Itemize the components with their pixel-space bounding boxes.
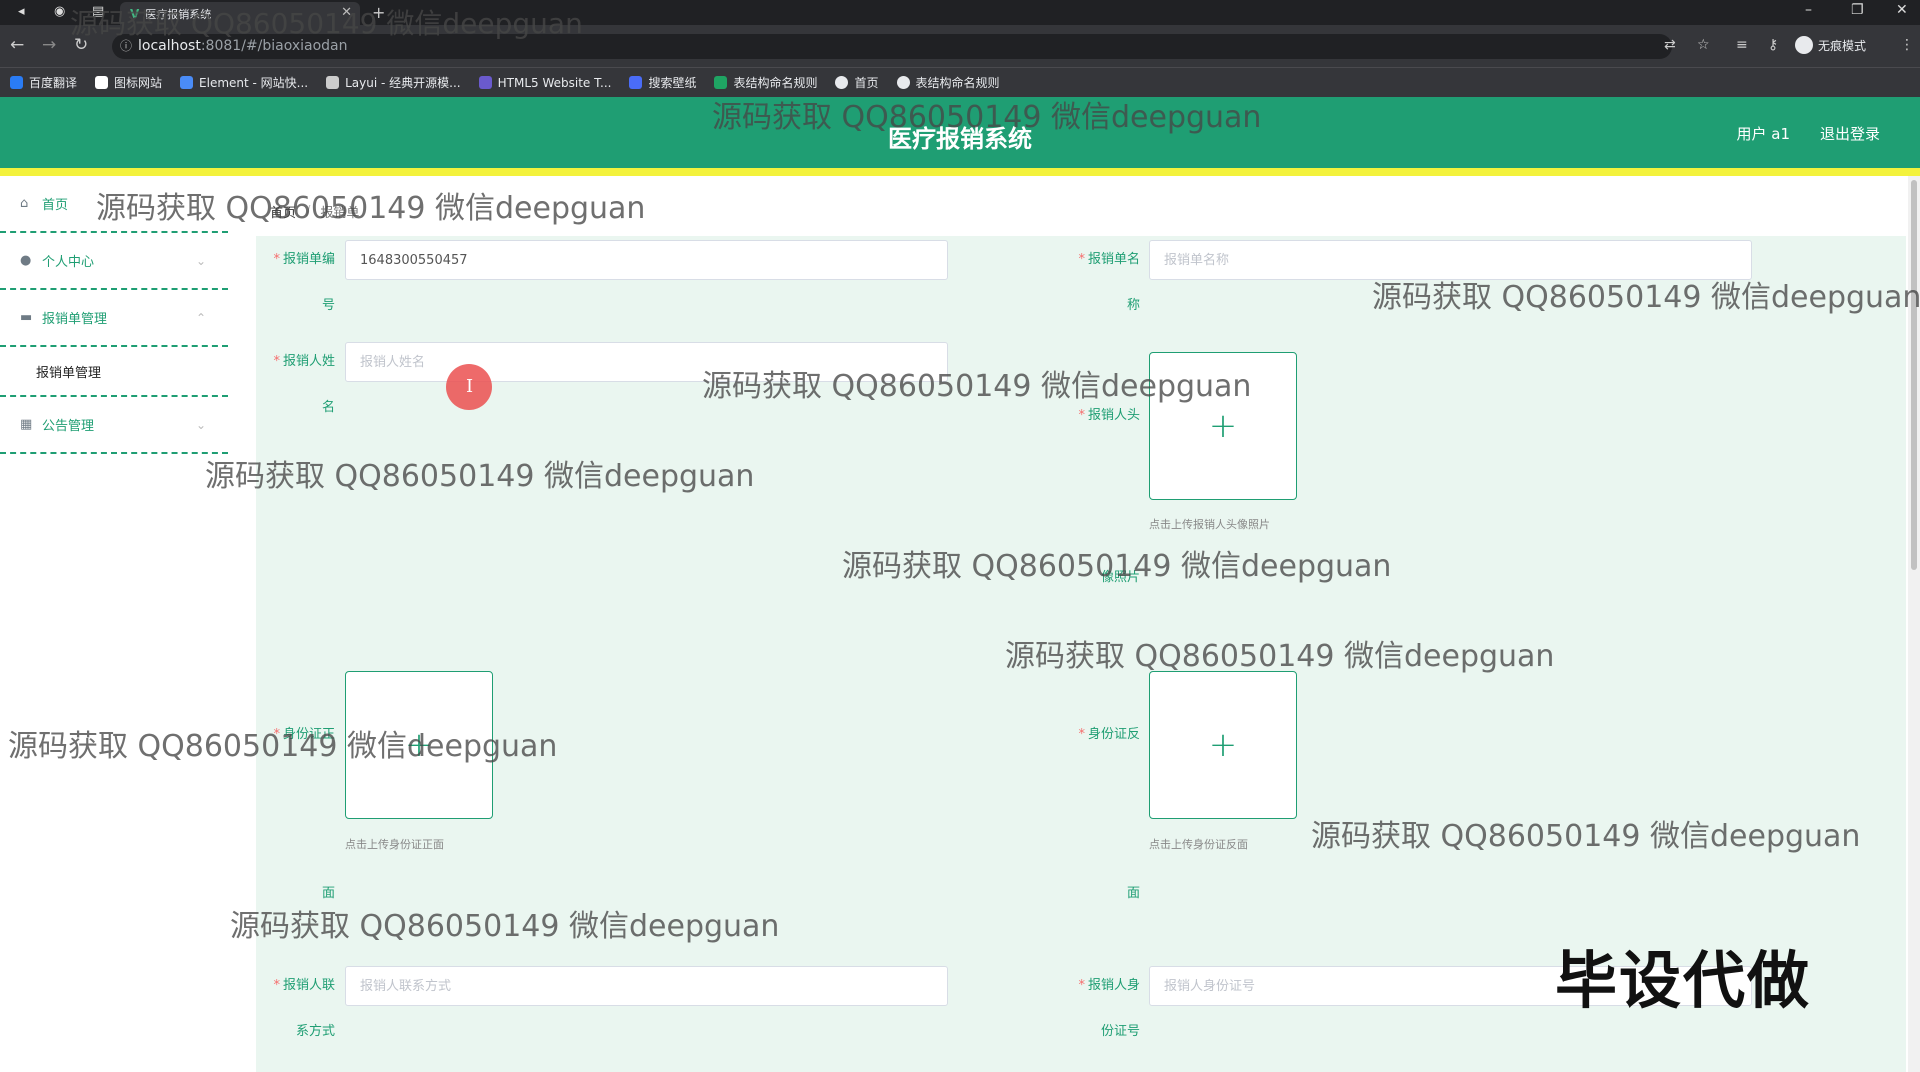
bill-no-label-2: 号 <box>321 298 335 313</box>
contact-label: * 报销人联 <box>273 978 335 993</box>
sidebar-item-label: 首页 <box>42 198 69 213</box>
globe-icon[interactable]: ◉ <box>54 4 65 19</box>
incognito-indicator[interactable]: 无痕模式 <box>1795 36 1866 54</box>
bookmark-item[interactable]: 搜索壁纸 <box>629 74 696 91</box>
header-accent-bar <box>0 168 1920 176</box>
bookmark-label: 首页 <box>854 76 879 90</box>
menu-dots-icon[interactable]: ⋮ <box>1900 37 1914 53</box>
scrollbar-thumb[interactable] <box>1911 180 1917 570</box>
watermark: 源码获取 QQ86050149 微信deepguan <box>1311 819 1861 854</box>
bookmark-icon <box>95 76 109 89</box>
bookmark-icon <box>478 76 492 89</box>
plus-icon: + <box>1208 406 1238 446</box>
id-back-upload[interactable]: + <box>1149 671 1297 819</box>
sidebar-item-profile[interactable]: ● 个人中心 ⌄ <box>0 233 228 290</box>
chevron-up-icon: ⌃ <box>195 310 206 325</box>
sidebar-item-label: 公告管理 <box>42 419 95 434</box>
contact-label-2: 系方式 <box>295 1024 335 1039</box>
sidebar-item-bill-management[interactable]: ▬ 报销单管理 ⌃ <box>0 290 228 347</box>
plus-icon: + <box>1208 725 1238 765</box>
home-icon: ⌂ <box>20 196 29 211</box>
bookmark-label: 图标网站 <box>114 76 163 90</box>
id-no-label: * 报销人身 <box>1078 978 1140 993</box>
id-back-label-2: 面 <box>1126 886 1140 901</box>
watermark: 源码获取 QQ86050149 微信deepguan <box>8 729 558 764</box>
person-name-label: * 报销人姓 <box>273 354 335 369</box>
id-front-upload-tip: 点击上传身份证正面 <box>345 838 444 851</box>
close-window-icon[interactable]: ✕ <box>1896 2 1908 18</box>
watermark: 源码获取 QQ86050149 微信deepguan <box>842 549 1392 584</box>
bookmark-icon <box>326 76 340 89</box>
bookmark-icon <box>714 76 728 89</box>
bookmark-label: 搜索壁纸 <box>648 76 697 90</box>
bookmark-icon <box>835 76 849 89</box>
current-user: 用户 a1 <box>1736 125 1790 143</box>
grid-icon: ▦ <box>20 417 33 432</box>
sidebar-item-notice-management[interactable]: ▦ 公告管理 ⌄ <box>0 397 228 454</box>
minimize-icon[interactable]: – <box>1805 2 1812 18</box>
bookmark-label: Layui - 经典开源模... <box>345 76 461 90</box>
id-no-label-2: 份证号 <box>1100 1024 1140 1039</box>
watermark: 源码获取 QQ86050149 微信deepguan <box>205 459 755 494</box>
bookmark-item[interactable]: 表结构命名规则 <box>896 74 1000 91</box>
avatar-upload-tip: 点击上传报销人头像照片 <box>1149 518 1270 531</box>
promo-stamp: 毕设代做 <box>1555 944 1812 1017</box>
sidebar-subitem-bill-management[interactable]: 报销单管理 <box>0 347 228 397</box>
bookmark-item[interactable]: 百度翻译 <box>10 74 77 91</box>
bookmark-item[interactable]: Layui - 经典开源模... <box>326 74 461 91</box>
back-icon[interactable]: ← <box>10 35 24 55</box>
id-front-label-2: 面 <box>321 886 335 901</box>
user-icon: ● <box>20 253 32 268</box>
bill-no-label: * 报销单编 <box>273 252 335 267</box>
bookmark-item[interactable]: 图标网站 <box>95 74 162 91</box>
key-icon[interactable]: ⚷ <box>1768 37 1778 53</box>
sidebar-subitem-label: 报销单管理 <box>36 365 102 381</box>
watermark: 源码获取 QQ86050149 微信deepguan <box>702 369 1252 404</box>
watermark: 源码获取 QQ86050149 微信deepguan <box>1372 280 1920 315</box>
watermark: 源码获取 QQ86050149 微信deepguan <box>70 7 583 40</box>
bookmark-star-icon[interactable]: ☆ <box>1697 37 1710 53</box>
watermark: 源码获取 QQ86050149 微信deepguan <box>230 909 780 944</box>
id-back-label: * 身份证反 <box>1078 727 1140 742</box>
bill-name-label-2: 称 <box>1126 298 1140 313</box>
chevron-down-icon: ⌄ <box>195 417 206 432</box>
chevron-down-icon: ⌄ <box>195 253 206 268</box>
bookmark-label: HTML5 Website T... <box>497 75 612 90</box>
bookmark-item[interactable]: 表结构命名规则 <box>714 74 817 91</box>
bookmark-label: 表结构命名规则 <box>733 76 818 90</box>
text-cursor-icon: I <box>466 376 474 397</box>
bookmark-icon <box>180 76 194 89</box>
bookmark-icon <box>629 76 643 89</box>
bookmark-item[interactable]: HTML5 Website T... <box>478 75 612 90</box>
reading-list-icon[interactable]: ≡ <box>1736 37 1748 53</box>
watermark: 源码获取 QQ86050149 微信deepguan <box>1005 639 1555 674</box>
bookmark-item[interactable]: Element - 网站快... <box>180 74 308 91</box>
bill-no-input[interactable] <box>345 240 948 280</box>
bookmark-label: Element - 网站快... <box>199 76 309 90</box>
id-back-upload-tip: 点击上传身份证反面 <box>1149 838 1248 851</box>
speaker-icon[interactable]: ◂ <box>18 4 25 19</box>
restore-icon[interactable]: ❐ <box>1851 2 1864 18</box>
watermark: 源码获取 QQ86050149 微信deepguan <box>712 100 1262 135</box>
sidebar: ⌂ 首页 ● 个人中心 ⌄ ▬ 报销单管理 ⌃ 报销单管理 ▦ 公告管理 ⌄ <box>0 176 228 1072</box>
bookmark-icon <box>896 76 910 89</box>
watermark: 源码获取 QQ86050149 微信deepguan <box>96 191 646 226</box>
person-name-label-2: 名 <box>321 400 335 415</box>
incognito-icon <box>1795 36 1813 54</box>
contact-input[interactable] <box>345 966 948 1006</box>
bookmark-label: 表结构命名规则 <box>915 76 1000 90</box>
sidebar-item-label: 报销单管理 <box>42 312 108 327</box>
bookmark-icon <box>10 76 23 89</box>
sidebar-item-label: 个人中心 <box>42 255 95 270</box>
bill-name-label: * 报销单名 <box>1078 252 1140 267</box>
logout-button[interactable]: 退出登录 <box>1820 123 1880 144</box>
bookmark-item[interactable]: 首页 <box>835 74 879 91</box>
briefcase-icon: ▬ <box>20 310 33 325</box>
forward-icon[interactable]: → <box>42 35 56 55</box>
translate-icon[interactable]: ⇄ <box>1664 37 1676 53</box>
bookmark-label: 百度翻译 <box>29 76 78 90</box>
incognito-label: 无痕模式 <box>1818 38 1867 53</box>
